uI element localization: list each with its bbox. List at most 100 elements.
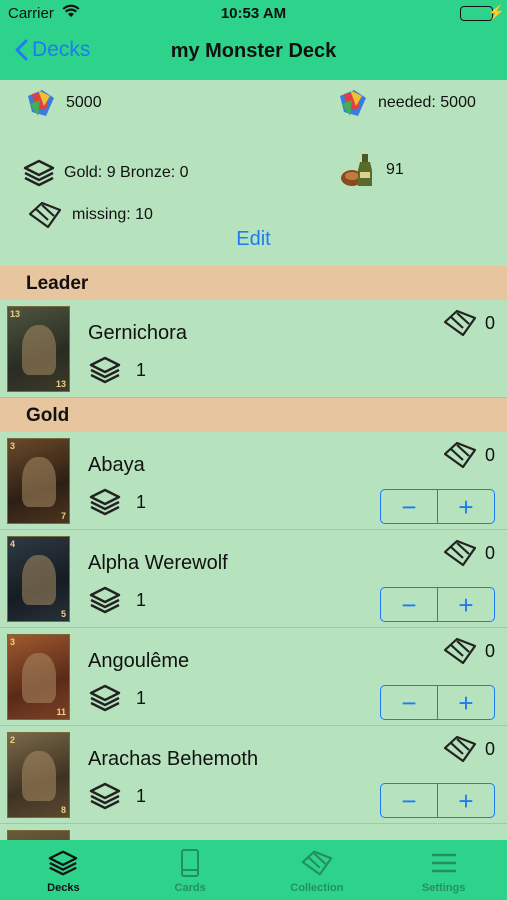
- card-badge-top: 13: [10, 309, 21, 319]
- card-name: Angoulême: [88, 650, 190, 672]
- card-artwork: 2 8: [7, 732, 70, 818]
- card-figure: [22, 457, 56, 507]
- cards-outline-icon: [443, 539, 477, 567]
- card-badge-top: 2: [10, 735, 16, 745]
- owned-count: 0: [441, 538, 495, 568]
- tab-label: Decks: [47, 882, 80, 894]
- quantity-stepper[interactable]: − +: [380, 783, 495, 818]
- owned-count-value: 0: [484, 640, 495, 661]
- layers-icon: [89, 356, 121, 384]
- owned-count: 0: [441, 440, 495, 470]
- increment-button[interactable]: +: [437, 490, 494, 523]
- scraps-value: 5000: [66, 94, 102, 111]
- owned-count: 0: [441, 308, 495, 338]
- card-count-value: 1: [136, 687, 147, 708]
- cards-outline-icon: [443, 637, 477, 665]
- quantity-stepper[interactable]: − +: [380, 587, 495, 622]
- card-row-leader[interactable]: 13 13 Gernichora 1 0: [0, 300, 507, 398]
- increment-button[interactable]: +: [437, 784, 494, 817]
- card-count: 1: [88, 585, 146, 615]
- card-row[interactable]: 2 8 Arachas Behemoth 1 0 − +: [0, 726, 507, 824]
- tab-label: Cards: [174, 882, 206, 894]
- cards-outline-icon: [443, 735, 477, 763]
- cards-outline-icon: [443, 441, 477, 469]
- owned-count: 0: [441, 636, 495, 666]
- quantity-stepper[interactable]: − +: [380, 685, 495, 720]
- card-artwork: [7, 830, 70, 840]
- owned-count-value: 0: [484, 444, 495, 465]
- layers-icon: [49, 850, 78, 876]
- card-name: Arachas Behemoth: [88, 748, 259, 770]
- card-figure: [22, 325, 56, 375]
- layers-icon: [89, 488, 121, 516]
- cards-outline-icon: [301, 850, 333, 876]
- card-badge-bottom: 13: [55, 379, 66, 389]
- tab-label: Collection: [290, 882, 344, 894]
- card-figure: [22, 653, 56, 703]
- card-count-summary: Gold: 9 Bronze: 0: [22, 158, 189, 188]
- card-figure: [22, 751, 56, 801]
- increment-button[interactable]: +: [437, 588, 494, 621]
- provisions-value: 91: [386, 161, 404, 178]
- tab-cards[interactable]: Cards: [127, 840, 254, 900]
- owned-count-value: 0: [484, 312, 495, 333]
- card-row[interactable]: 4 5 Alpha Werewolf 1 0 − +: [0, 530, 507, 628]
- provisions-summary: 91: [338, 150, 404, 190]
- card-count: 1: [88, 683, 146, 713]
- card-artwork: 3 7: [7, 438, 70, 524]
- tab-collection[interactable]: Collection: [254, 840, 381, 900]
- cards-outline-icon: [443, 309, 477, 337]
- card-row[interactable]: 3 7 Abaya 1 0 − +: [0, 432, 507, 530]
- card-badge-bottom: 11: [56, 707, 66, 717]
- card-count-value: 1: [136, 785, 147, 806]
- provisions-icon: [338, 150, 378, 190]
- navigation-bar: Carrier 10:53 AM ⚡ Decks my Monster Deck: [0, 0, 507, 80]
- deck-summary: 5000 needed: 5000 Gold: 9 Bronze: 0 91 m…: [0, 80, 507, 266]
- card-badge-bottom: 8: [60, 805, 66, 815]
- card-count-value: 1: [136, 491, 147, 512]
- owned-count-value: 0: [484, 542, 495, 563]
- increment-button[interactable]: +: [437, 686, 494, 719]
- tab-label: Settings: [421, 882, 466, 894]
- card-icon: [181, 849, 200, 877]
- card-count-value: 1: [136, 589, 147, 610]
- layers-icon: [89, 782, 121, 810]
- owned-count: 0: [441, 734, 495, 764]
- tab-settings[interactable]: Settings: [380, 840, 507, 900]
- status-bar: Carrier 10:53 AM ⚡: [0, 0, 507, 28]
- card-badge-top: 3: [10, 441, 16, 451]
- card-figure: [22, 555, 56, 605]
- card-row[interactable]: 3 11 Angoulême 1 0 − +: [0, 628, 507, 726]
- scraps-summary: 5000: [24, 86, 102, 120]
- card-row-partial[interactable]: [0, 824, 507, 840]
- decrement-button[interactable]: −: [381, 686, 437, 719]
- card-badge-top: 4: [10, 539, 16, 549]
- charging-icon: ⚡: [487, 4, 505, 20]
- card-artwork: 3 11: [7, 634, 70, 720]
- card-artwork: 4 5: [7, 536, 70, 622]
- card-badge-bottom: 5: [60, 609, 66, 619]
- tab-bar: Decks Cards Collection Settings: [0, 840, 507, 900]
- decrement-button[interactable]: −: [381, 490, 437, 523]
- card-badge-bottom: 7: [60, 511, 66, 521]
- decrement-button[interactable]: −: [381, 784, 437, 817]
- layers-icon: [89, 684, 121, 712]
- card-badge-top: 3: [10, 637, 16, 647]
- card-artwork: 13 13: [7, 306, 70, 392]
- tab-decks[interactable]: Decks: [0, 840, 127, 900]
- scraps-needed-icon: [336, 86, 370, 120]
- edit-button[interactable]: Edit: [0, 228, 507, 251]
- cards-outline-icon: [26, 200, 64, 230]
- layers-icon: [89, 586, 121, 614]
- owned-count-value: 0: [484, 738, 495, 759]
- needed-summary: needed: 5000: [336, 86, 476, 120]
- quantity-stepper[interactable]: − +: [380, 489, 495, 524]
- clock: 10:53 AM: [220, 5, 287, 22]
- decrement-button[interactable]: −: [381, 588, 437, 621]
- card-name: Abaya: [88, 454, 145, 476]
- list-icon: [431, 853, 456, 873]
- missing-value: missing: 10: [72, 206, 153, 223]
- card-count-value: 1: [136, 359, 147, 380]
- section-header-leader: Leader: [0, 266, 507, 300]
- card-name: Gernichora: [88, 322, 187, 344]
